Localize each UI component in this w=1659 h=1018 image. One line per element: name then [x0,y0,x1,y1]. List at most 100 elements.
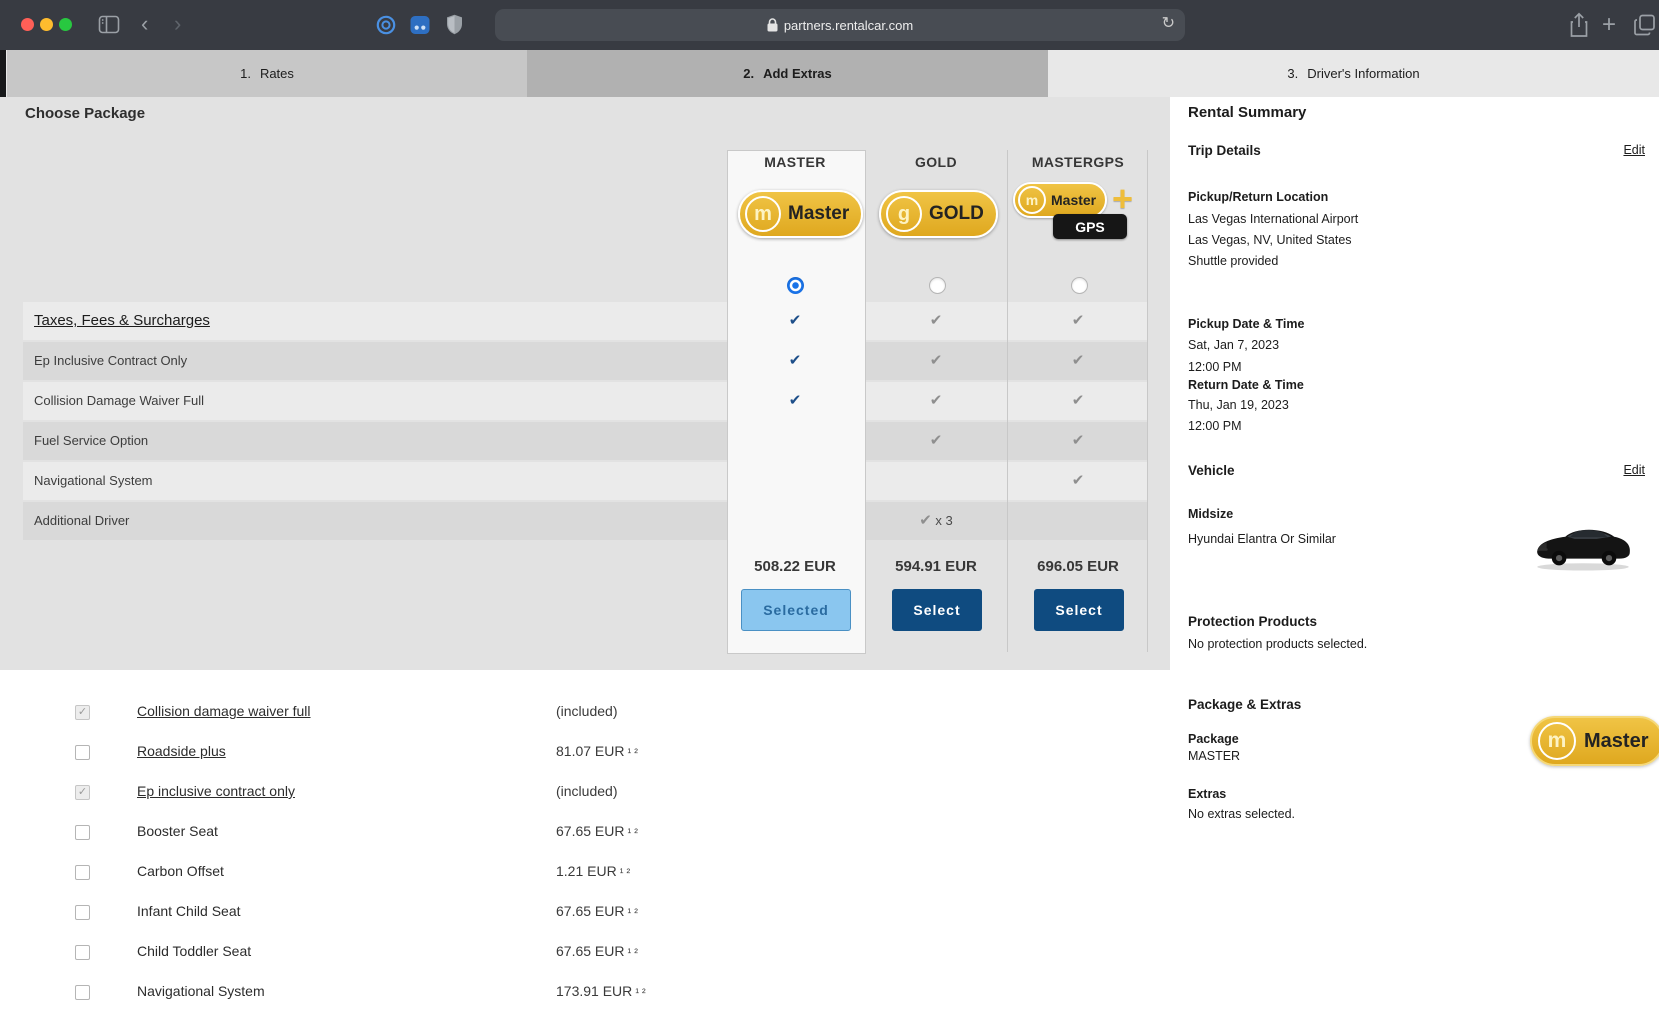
location-line: Las Vegas, NV, United States [1188,233,1352,247]
return-date-time-label: Return Date & Time [1188,378,1304,392]
mastergps-logo-monogram: m [1018,186,1046,214]
extra-checkbox[interactable] [75,905,90,920]
extra-label: Navigational System [137,983,265,999]
back-button[interactable]: ‹ [141,11,148,37]
vehicle-model: Hyundai Elantra Or Similar [1188,532,1336,546]
check-icon-cell: ✔ [896,422,976,460]
package-price-master: 508.22 EUR [715,558,875,575]
gold-logo: g GOLD [879,190,998,238]
extra-checkbox[interactable] [75,865,90,880]
package-column-header-gold: GOLD [866,154,1006,170]
package-label: Package [1188,732,1239,746]
package-table-row: Navigational System ✔ [23,462,1148,500]
extra-item-row: ✓Ep inclusive contract only(included) [0,777,1170,807]
step-number: 1. [240,66,251,81]
address-bar[interactable]: partners.rentalcar.com ↻ [495,9,1185,41]
extra-detail-link[interactable]: Collision damage waiver full [137,703,311,719]
step-tab-add-extras[interactable]: 2. Add Extras [527,50,1048,97]
wizard-steps: 1. Rates 2. Add Extras 3. Driver's Infor… [0,50,1659,97]
extra-detail-link[interactable]: Ep inclusive contract only [137,783,295,799]
package-table-row: Taxes, Fees & Surcharges✔✔✔ [23,302,1148,340]
select-button-master[interactable]: Selected [741,589,851,631]
price-footnote: ¹ ² [632,987,645,999]
new-tab-button[interactable]: + [1602,11,1616,39]
package-row-label: Fuel Service Option [34,422,148,460]
check-icon-cell: ✔ [1038,382,1118,420]
window-zoom-button[interactable] [59,18,72,31]
mastergps-logo: m Master + GPS [1013,182,1133,240]
extra-label: Infant Child Seat [137,903,241,919]
package-row-label: Navigational System [34,462,153,500]
extra-label: Child Toddler Seat [137,943,251,959]
sidebar-toggle-icon[interactable] [98,15,120,34]
package-column-header-mastergps: MASTERGPS [1008,154,1148,170]
shield-icon[interactable] [446,14,463,35]
extra-checkbox-checked[interactable]: ✓ [75,705,90,720]
vehicle-image [1531,511,1635,575]
package-row-link[interactable]: Taxes, Fees & Surcharges [34,302,210,340]
check-icon-cell: ✔ [1038,422,1118,460]
package-price-mastergps: 696.05 EUR [998,558,1158,575]
check-icon-cell: ✔ [755,382,835,420]
protection-products-text: No protection products selected. [1188,637,1367,651]
vehicle-edit-link[interactable]: Edit [1623,463,1645,477]
step-tab-rates[interactable]: 1. Rates [7,50,527,97]
package-price-gold: 594.91 EUR [856,558,1016,575]
extra-item-row: Infant Child Seat67.65 EUR ¹ ² [0,897,1170,927]
step-tab-drivers-information[interactable]: 3. Driver's Information [1048,50,1659,97]
gold-logo-monogram: g [886,196,922,232]
check-icon-cell: ✔ [755,302,835,340]
package-row-label: Collision Damage Waiver Full [34,382,204,420]
extra-price: 67.65 EUR ¹ ² [556,823,638,839]
browser-chrome: ‹ › partners.rentalcar.com ↻ + [0,0,1659,51]
extension-app-icon[interactable] [410,15,430,35]
location-line: Shuttle provided [1188,254,1278,268]
return-time: 12:00 PM [1188,419,1242,433]
extension-target-icon[interactable] [375,14,397,36]
forward-button[interactable]: › [174,11,181,37]
extra-checkbox-checked[interactable]: ✓ [75,785,90,800]
window-minimize-button[interactable] [40,18,53,31]
check-icon-cell: ✔ [896,382,976,420]
package-extras-heading: Package & Extras [1188,697,1301,712]
protection-products-heading: Protection Products [1188,614,1317,629]
vehicle-class: Midsize [1188,507,1233,521]
extra-checkbox[interactable] [75,945,90,960]
extra-label: Carbon Offset [137,863,224,879]
select-button-mastergps[interactable]: Select [1034,589,1124,631]
master-logo: m Master [738,190,863,238]
lock-icon [767,18,778,32]
trip-details-edit-link[interactable]: Edit [1623,143,1645,157]
tab-overview-icon[interactable] [1634,14,1656,36]
extra-detail-link[interactable]: Roadside plus [137,743,226,759]
extra-checkbox[interactable] [75,985,90,1000]
package-radio-gold[interactable] [929,277,946,294]
extra-price: 173.91 EUR ¹ ² [556,983,646,999]
select-button-gold[interactable]: Select [892,589,982,631]
package-radio-mastergps[interactable] [1071,277,1088,294]
price-footnote: ¹ ² [624,947,637,959]
step-label: Driver's Information [1307,66,1419,81]
share-icon[interactable] [1568,12,1590,38]
package-table-row: Fuel Service Option ✔ ✔ [23,422,1148,460]
extra-item-row: Child Toddler Seat 67.65 EUR ¹ ² [0,937,1170,967]
return-date: Thu, Jan 19, 2023 [1188,398,1289,412]
reload-icon[interactable]: ↻ [1162,13,1175,33]
extra-price: 81.07 EUR ¹ ² [556,743,638,759]
price-footnote: ¹ ² [624,827,637,839]
package-column-header-master: MASTER [725,154,865,170]
column-divider [1007,150,1008,652]
package-radio-master[interactable] [787,277,804,294]
url-text: partners.rentalcar.com [784,18,913,33]
extra-item-row: Roadside plus 81.07 EUR ¹ ² [0,737,1170,767]
check-icon-cell: ✔ [1038,462,1118,500]
extra-price: 67.65 EUR ¹ ² [556,943,638,959]
trip-details-heading: Trip Details [1188,143,1261,158]
check-icon-cell: ✔ x 3 [896,502,976,540]
extra-checkbox[interactable] [75,825,90,840]
price-footnote: ¹ ² [617,867,630,879]
extras-section: ✓Collision damage waiver full(included)R… [0,670,1170,1018]
package-row-label: Additional Driver [34,502,129,540]
window-close-button[interactable] [21,18,34,31]
extra-checkbox[interactable] [75,745,90,760]
